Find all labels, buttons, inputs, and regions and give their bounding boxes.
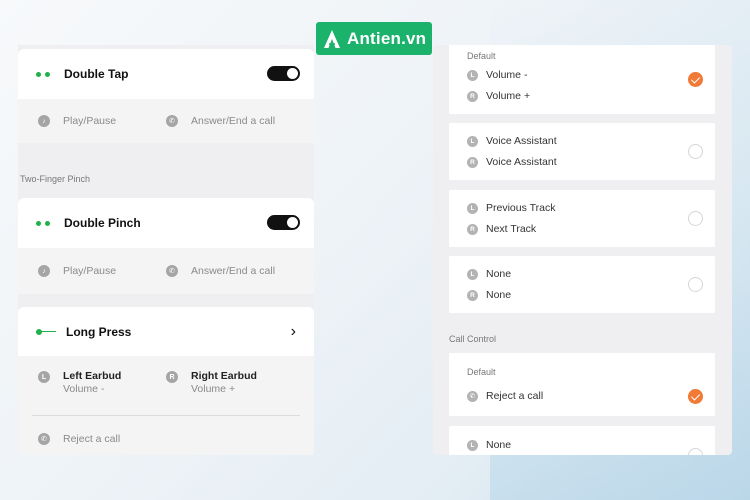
left-badge-icon: L xyxy=(467,69,478,81)
right-badge-icon: R xyxy=(467,289,478,301)
right-badge-icon: R xyxy=(467,90,478,102)
left-badge-icon: L xyxy=(467,202,478,214)
call-option-label: Reject a call xyxy=(486,390,544,402)
option-track[interactable]: L Previous Track R Next Track xyxy=(449,190,715,247)
option-radio[interactable] xyxy=(688,211,703,226)
chevron-right-icon[interactable]: › xyxy=(291,323,296,341)
call-option-label: None xyxy=(486,439,512,451)
phone-icon: ✆ xyxy=(38,433,50,445)
double-tap-play-pause[interactable]: ♪ Play/Pause xyxy=(38,115,116,127)
right-badge-icon: R xyxy=(166,371,178,383)
option-radio-selected[interactable] xyxy=(688,389,703,404)
option-caption: Default xyxy=(467,367,496,377)
double-pinch-header: Double Pinch xyxy=(18,198,314,248)
option-voice-assistant[interactable]: L Voice Assistant R Voice Assistant xyxy=(449,123,715,180)
left-badge-icon: L xyxy=(467,439,478,451)
right-badge-icon: R xyxy=(467,156,478,168)
phone-icon: ✆ xyxy=(166,265,178,277)
logo-text: Antien.vn xyxy=(347,28,427,48)
option-right-row: R Voice Assistant xyxy=(467,156,557,168)
option-left-row: L Voice Assistant xyxy=(467,135,557,147)
left-badge-icon: L xyxy=(467,268,478,280)
option-radio[interactable] xyxy=(688,448,703,455)
double-tap-actions: ♪ Play/Pause ✆ Answer/End a call xyxy=(18,99,314,143)
action-label: Answer/End a call xyxy=(191,115,276,127)
option-radio-selected[interactable] xyxy=(688,72,703,87)
double-dot-icon xyxy=(36,220,50,226)
call-option-row: L None xyxy=(467,439,511,451)
left-badge-icon: L xyxy=(38,371,50,383)
left-badge-icon: L xyxy=(467,135,478,147)
option-left-value: Previous Track xyxy=(486,202,556,214)
double-pinch-play-pause[interactable]: ♪ Play/Pause xyxy=(38,265,116,277)
long-press-reject-call[interactable]: ✆ Reject a call xyxy=(38,433,120,445)
section-call-control: Call Control xyxy=(449,334,497,344)
double-tap-header: Double Tap xyxy=(18,49,314,99)
double-pinch-answer-call[interactable]: ✆ Answer/End a call xyxy=(166,265,275,277)
left-earbud-value: Volume - xyxy=(63,383,105,395)
option-caption: Default xyxy=(467,51,496,61)
option-left-row: L Volume - xyxy=(467,69,527,81)
gesture-settings-panel: Double Tap ♪ Play/Pause ✆ Answer/End a c… xyxy=(18,45,314,455)
double-tap-toggle[interactable] xyxy=(267,66,300,81)
double-dot-icon xyxy=(36,71,50,77)
antien-logo: Antien.vn xyxy=(316,22,432,55)
double-pinch-toggle[interactable] xyxy=(267,215,300,230)
double-tap-title: Double Tap xyxy=(64,67,129,81)
option-right-value: Next Track xyxy=(486,223,537,235)
option-none[interactable]: L None R None xyxy=(449,256,715,313)
long-press-line-icon xyxy=(36,328,56,336)
action-label: Answer/End a call xyxy=(191,265,276,277)
left-earbud-title: Left Earbud xyxy=(63,370,122,382)
double-pinch-actions: ♪ Play/Pause ✆ Answer/End a call xyxy=(18,248,314,294)
section-two-finger-pinch: Two-Finger Pinch xyxy=(20,174,91,184)
antien-logo-icon xyxy=(324,29,340,48)
double-tap-answer-call[interactable]: ✆ Answer/End a call xyxy=(166,115,275,127)
option-radio[interactable] xyxy=(688,277,703,292)
music-note-icon: ♪ xyxy=(38,265,50,277)
long-press-title: Long Press xyxy=(66,324,132,339)
option-left-value: Volume - xyxy=(486,69,528,81)
option-right-value: None xyxy=(486,289,512,301)
option-right-value: Voice Assistant xyxy=(486,156,557,168)
option-right-value: Volume + xyxy=(486,90,531,102)
call-option-row: ✆ Reject a call xyxy=(467,390,543,402)
option-left-row: L None xyxy=(467,268,511,280)
divider xyxy=(32,415,300,416)
option-default[interactable]: Default L Volume - R Volume + xyxy=(449,45,715,114)
right-badge-icon: R xyxy=(467,223,478,235)
option-right-row: R Volume + xyxy=(467,90,530,102)
phone-icon: ✆ xyxy=(166,115,178,127)
call-option-default[interactable]: Default ✆ Reject a call xyxy=(449,353,715,416)
action-label: Reject a call xyxy=(63,433,121,445)
option-right-row: R None xyxy=(467,289,511,301)
long-press-details: L Left Earbud Volume - R Right Earbud Vo… xyxy=(18,356,314,455)
option-right-row: R Next Track xyxy=(467,223,536,235)
option-left-row: L Previous Track xyxy=(467,202,555,214)
long-press-header[interactable]: Long Press › xyxy=(18,307,314,356)
left-earbud-setting[interactable]: L Left Earbud Volume - xyxy=(38,370,121,395)
action-label: Play/Pause xyxy=(63,115,117,127)
double-pinch-title: Double Pinch xyxy=(64,216,141,230)
music-note-icon: ♪ xyxy=(38,115,50,127)
right-earbud-value: Volume + xyxy=(191,383,236,395)
phone-icon: ✆ xyxy=(467,390,478,402)
right-earbud-title: Right Earbud xyxy=(191,370,257,382)
right-earbud-setting[interactable]: R Right Earbud Volume + xyxy=(166,370,257,395)
option-left-value: None xyxy=(486,268,512,280)
action-label: Play/Pause xyxy=(63,265,117,277)
long-press-options-panel: Default L Volume - R Volume + L Voice As… xyxy=(433,45,732,455)
call-option-none[interactable]: L None xyxy=(449,426,715,455)
option-radio[interactable] xyxy=(688,144,703,159)
option-left-value: Voice Assistant xyxy=(486,135,557,147)
